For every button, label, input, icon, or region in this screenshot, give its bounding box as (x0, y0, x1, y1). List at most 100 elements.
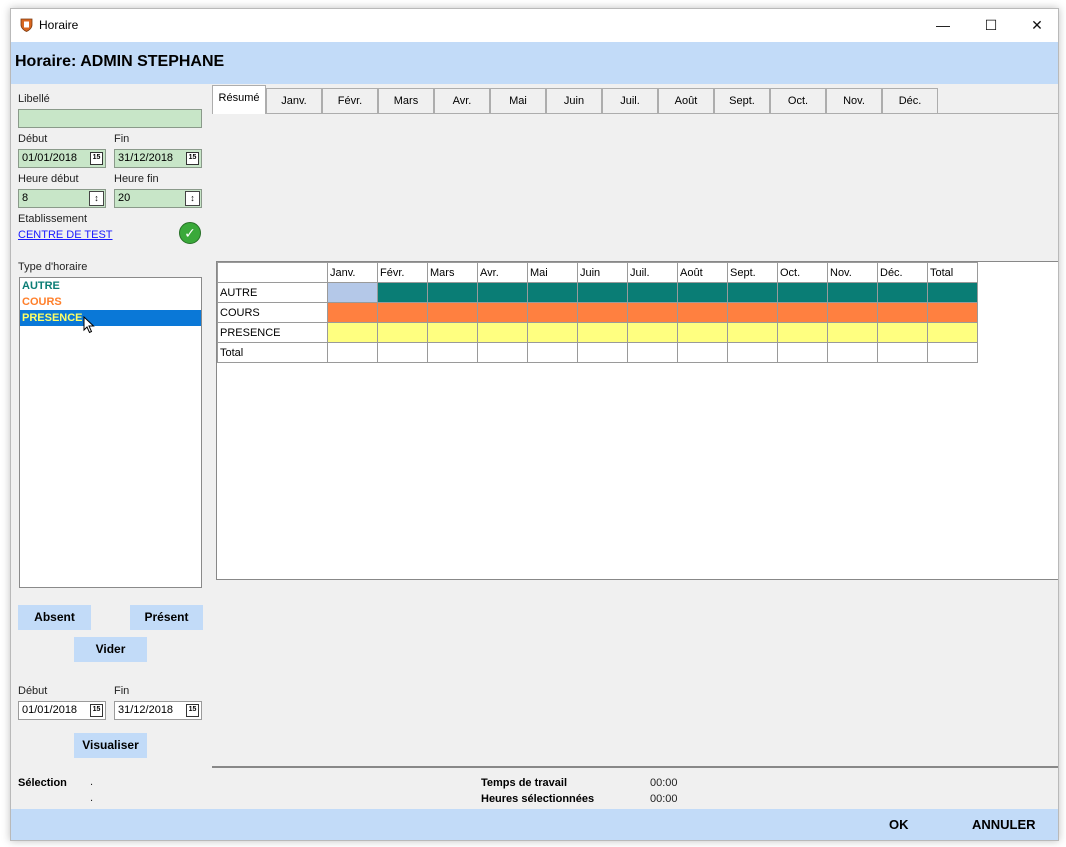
absent-button[interactable]: Absent (18, 605, 91, 630)
visualiser-button[interactable]: Visualiser (74, 733, 147, 758)
ok-button[interactable]: OK (889, 817, 909, 832)
summary-cell[interactable] (527, 322, 578, 343)
spinner-icon[interactable]: ↕ (89, 191, 104, 206)
summary-cell[interactable] (577, 302, 628, 323)
summary-cell[interactable] (727, 302, 778, 323)
summary-cell[interactable] (877, 302, 928, 323)
summary-cell[interactable] (727, 342, 778, 363)
summary-cell[interactable] (877, 322, 928, 343)
summary-cell[interactable] (677, 282, 728, 303)
minimize-button[interactable]: — (920, 9, 966, 41)
tab-month-2[interactable]: Févr. (322, 88, 378, 113)
list-item-autre[interactable]: AUTRE (20, 278, 201, 294)
vider-button[interactable]: Vider (74, 637, 147, 662)
visu-debut-field[interactable]: 01/01/2018 15 (18, 701, 106, 720)
tab-month-12[interactable]: Déc. (882, 88, 938, 113)
summary-cell[interactable] (427, 342, 478, 363)
maximize-button[interactable]: ☐ (968, 9, 1014, 41)
visu-debut-value: 01/01/2018 (22, 704, 78, 716)
summary-cell[interactable] (377, 302, 428, 323)
tab-month-10[interactable]: Oct. (770, 88, 826, 113)
summary-cell[interactable] (777, 322, 828, 343)
summary-cell[interactable] (627, 322, 678, 343)
heures-selectionnees-label: Heures sélectionnées (481, 793, 595, 805)
summary-cell[interactable] (777, 342, 828, 363)
summary-cell[interactable] (677, 342, 728, 363)
libelle-input[interactable] (18, 109, 202, 128)
calendar-icon[interactable]: 15 (90, 704, 103, 717)
checkmark-icon[interactable]: ✓ (179, 222, 201, 244)
summary-cell[interactable] (377, 282, 428, 303)
column-header: Oct. (777, 262, 828, 283)
summary-cell[interactable] (827, 322, 878, 343)
summary-cell[interactable] (477, 342, 528, 363)
summary-cell[interactable] (327, 342, 378, 363)
summary-cell[interactable] (627, 302, 678, 323)
tab-month-1[interactable]: Janv. (266, 88, 322, 113)
summary-cell[interactable] (677, 302, 728, 323)
summary-cell[interactable] (877, 342, 928, 363)
summary-cell[interactable] (627, 342, 678, 363)
fin-date-field[interactable]: 31/12/2018 15 (114, 149, 202, 168)
list-item-presence[interactable]: PRESENCE (20, 310, 201, 326)
summary-cell[interactable] (527, 342, 578, 363)
summary-cell[interactable] (677, 322, 728, 343)
present-button[interactable]: Présent (130, 605, 203, 630)
summary-cell[interactable] (477, 322, 528, 343)
summary-cell[interactable] (427, 302, 478, 323)
tab-month-8[interactable]: Août (658, 88, 714, 113)
tab-resume[interactable]: Résumé (212, 85, 266, 114)
list-item-cours[interactable]: COURS (20, 294, 201, 310)
etablissement-link[interactable]: CENTRE DE TEST (18, 229, 113, 241)
summary-cell[interactable] (777, 282, 828, 303)
summary-cell[interactable] (327, 302, 378, 323)
summary-cell[interactable] (377, 342, 428, 363)
summary-cell[interactable] (427, 282, 478, 303)
summary-cell[interactable] (877, 282, 928, 303)
summary-cell[interactable] (577, 342, 628, 363)
summary-cell[interactable] (827, 302, 878, 323)
visu-debut-label: Début (18, 685, 48, 697)
summary-cell[interactable] (827, 342, 878, 363)
debut-date-field[interactable]: 01/01/2018 15 (18, 149, 106, 168)
spinner-icon[interactable]: ↕ (185, 191, 200, 206)
close-button[interactable]: ✕ (1014, 9, 1058, 41)
summary-cell[interactable] (577, 282, 628, 303)
summary-cell[interactable] (427, 322, 478, 343)
tab-month-5[interactable]: Mai (490, 88, 546, 113)
annuler-button[interactable]: ANNULER (972, 817, 1036, 832)
tab-month-6[interactable]: Juin (546, 88, 602, 113)
summary-cell[interactable] (377, 322, 428, 343)
calendar-icon[interactable]: 15 (90, 152, 103, 165)
summary-cell[interactable] (527, 302, 578, 323)
summary-cell[interactable] (927, 282, 978, 303)
calendar-icon[interactable]: 15 (186, 704, 199, 717)
summary-cell[interactable] (927, 302, 978, 323)
calendar-icon[interactable]: 15 (186, 152, 199, 165)
heure-debut-field[interactable]: 8 ↕ (18, 189, 106, 208)
summary-cell[interactable] (577, 322, 628, 343)
visu-fin-label: Fin (114, 685, 130, 697)
tab-month-9[interactable]: Sept. (714, 88, 770, 113)
visu-fin-field[interactable]: 31/12/2018 15 (114, 701, 202, 720)
summary-cell[interactable] (527, 282, 578, 303)
type-horaire-list[interactable]: AUTRE COURS PRESENCE (19, 277, 202, 588)
column-header: Total (927, 262, 978, 283)
summary-table: Janv. Févr. Mars Avr. Mai Juin Juil. Août Sept. O… (217, 262, 978, 363)
summary-cell[interactable] (327, 282, 378, 303)
summary-cell[interactable] (927, 322, 978, 343)
heure-fin-field[interactable]: 20 ↕ (114, 189, 202, 208)
summary-cell[interactable] (827, 282, 878, 303)
summary-cell[interactable] (627, 282, 678, 303)
summary-cell[interactable] (727, 322, 778, 343)
summary-cell[interactable] (477, 302, 528, 323)
tab-month-7[interactable]: Juil. (602, 88, 658, 113)
tab-month-3[interactable]: Mars (378, 88, 434, 113)
summary-cell[interactable] (327, 322, 378, 343)
summary-cell[interactable] (727, 282, 778, 303)
tab-month-11[interactable]: Nov. (826, 88, 882, 113)
summary-cell[interactable] (777, 302, 828, 323)
summary-cell[interactable] (477, 282, 528, 303)
tab-month-4[interactable]: Avr. (434, 88, 490, 113)
summary-cell[interactable] (927, 342, 978, 363)
